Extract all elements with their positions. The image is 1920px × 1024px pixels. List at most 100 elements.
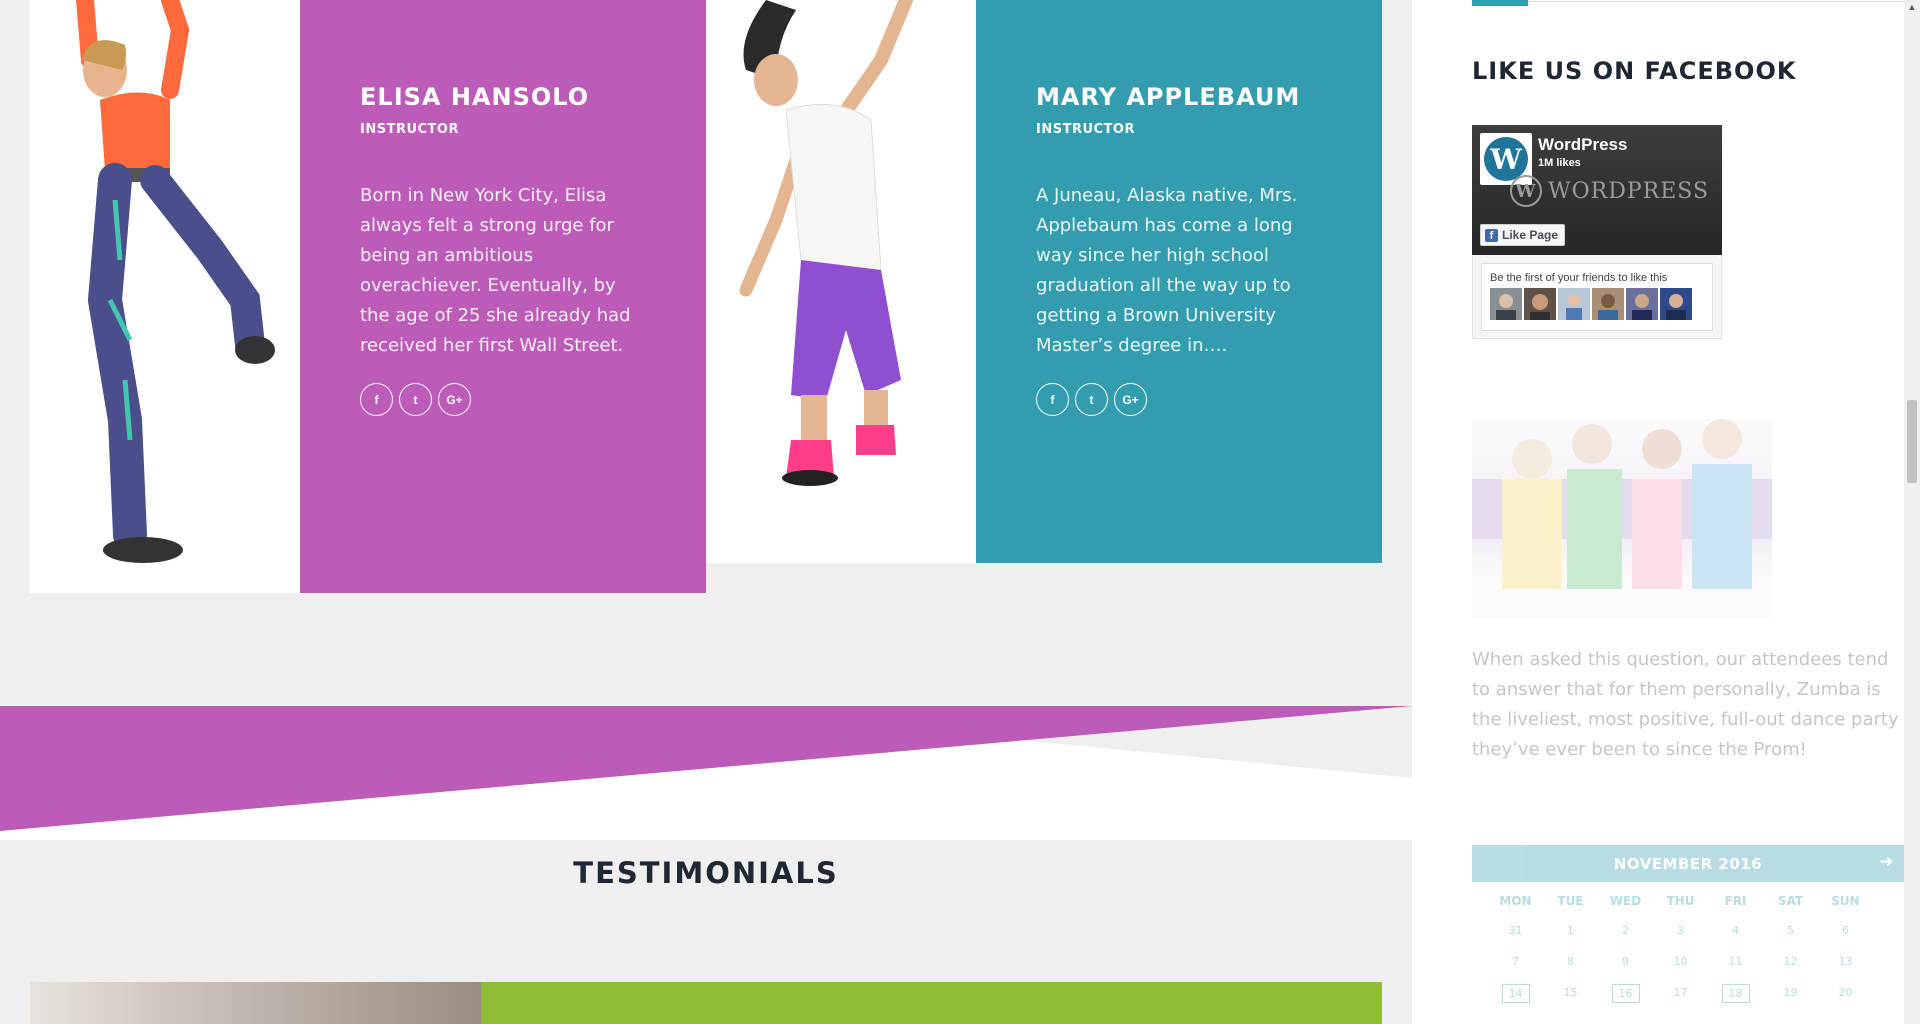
calendar-day[interactable]: 2 — [1598, 922, 1653, 939]
avatar[interactable] — [1592, 288, 1624, 320]
calendar-day[interactable]: 3 — [1653, 922, 1708, 939]
avatar[interactable] — [1626, 288, 1658, 320]
instructor-role: INSTRUCTOR — [360, 122, 459, 137]
calendar-grid: MON TUE WED THU FRI SAT SUN 31 1 2 3 4 5 6 7 8 9 10 11 12 13… — [1488, 894, 1904, 1003]
person-head — [1572, 424, 1612, 464]
calendar-day-number: 6 — [1842, 924, 1849, 937]
scroll-up-icon[interactable]: ▲ — [1904, 0, 1920, 14]
calendar-day-number: 12 — [1783, 955, 1798, 968]
fb-cover-image[interactable]: W WordPress 1M likes W WORDPRESS f Like … — [1472, 125, 1722, 255]
person-head — [1702, 419, 1742, 459]
instructor-name: MARY APPLEBAUM — [1036, 83, 1301, 111]
calendar-month: NOVEMBER 2016 — [1613, 854, 1763, 873]
fb-friends-text: Be the first of your friends to like thi… — [1490, 272, 1668, 284]
instructor-photo — [706, 0, 976, 563]
fb-friends-section: Be the first of your friends to like thi… — [1472, 255, 1722, 339]
instructor-card: ELISA HANSOLO INSTRUCTOR Born in New Yor… — [30, 0, 706, 593]
page-scrollbar[interactable]: ▲ — [1904, 0, 1920, 1024]
testimonial-panel — [481, 982, 1382, 1024]
calendar-day[interactable]: 6 — [1818, 922, 1873, 939]
calendar-day-number: 15 — [1563, 986, 1578, 999]
avatar[interactable] — [1490, 288, 1522, 320]
calendar-day[interactable]: 16 — [1598, 984, 1653, 1003]
instructor-card: MARY APPLEBAUM INSTRUCTOR A Juneau, Alas… — [706, 0, 1382, 563]
google-plus-icon[interactable]: G+ — [438, 383, 471, 416]
section-title: TESTIMONIALS — [573, 856, 839, 890]
calendar-day[interactable]: 9 — [1598, 953, 1653, 970]
fb-friends-box: Be the first of your friends to like thi… — [1481, 263, 1713, 331]
calendar-day[interactable]: 11 — [1708, 953, 1763, 970]
widget-title: LIKE US ON FACEBOOK — [1472, 57, 1797, 85]
calendar-day[interactable]: 17 — [1653, 984, 1708, 1003]
calendar-day[interactable]: 8 — [1543, 953, 1598, 970]
divider-accent — [1472, 0, 1528, 6]
instructor-info-panel: MARY APPLEBAUM INSTRUCTOR A Juneau, Alas… — [976, 0, 1382, 563]
calendar-day-number: 19 — [1783, 986, 1798, 999]
widget-divider — [1472, 0, 1904, 6]
social-links: f t G+ — [360, 383, 646, 416]
twitter-icon[interactable]: t — [1075, 383, 1108, 416]
twitter-icon[interactable]: t — [399, 383, 432, 416]
calendar-day-number: 8 — [1567, 955, 1574, 968]
calendar-weekday: SUN — [1831, 894, 1860, 908]
like-page-button[interactable]: f Like Page — [1480, 224, 1566, 246]
calendar-weekday: WED — [1609, 894, 1642, 908]
instructor-bio: A Juneau, Alaska native, Mrs. Applebaum … — [1036, 185, 1298, 356]
section-divider — [0, 706, 1412, 840]
avatar[interactable] — [1660, 288, 1692, 320]
facebook-page-plugin: W WordPress 1M likes W WORDPRESS f Like … — [1472, 125, 1722, 339]
calendar-day-number: 2 — [1622, 924, 1629, 937]
arrow-right-icon[interactable]: ➜ — [1879, 852, 1894, 872]
google-plus-icon[interactable]: G+ — [1114, 383, 1147, 416]
person-body — [1567, 469, 1622, 589]
calendar-day[interactable]: 12 — [1763, 953, 1818, 970]
calendar-weekday: TUE — [1557, 894, 1584, 908]
calendar-widget: NOVEMBER 2016 ➜ MON TUE WED THU FRI SAT SUN 31 1… — [1472, 845, 1904, 1003]
calendar-day[interactable]: 18 — [1708, 984, 1763, 1003]
calendar-day-number: 20 — [1838, 986, 1853, 999]
scrollbar-thumb[interactable] — [1907, 400, 1917, 483]
calendar-day[interactable]: 20 — [1818, 984, 1873, 1003]
dancer-illustration — [739, 0, 913, 486]
person-head — [1642, 429, 1682, 469]
calendar-day[interactable]: 31 — [1488, 922, 1543, 939]
calendar-day[interactable]: 1 — [1543, 922, 1598, 939]
calendar-day[interactable]: 13 — [1818, 953, 1873, 970]
divider-rule — [1528, 1, 1904, 2]
calendar-header: NOVEMBER 2016 ➜ — [1472, 845, 1904, 882]
testimonial-photo — [30, 982, 481, 1024]
facebook-icon[interactable]: f — [1036, 383, 1069, 416]
person-body — [1692, 464, 1752, 589]
sidebar: LIKE US ON FACEBOOK W WordPress 1M likes… — [1412, 0, 1904, 1024]
calendar-day-number: 13 — [1838, 955, 1853, 968]
person-head — [1512, 439, 1552, 479]
calendar-weekday: FRI — [1724, 894, 1747, 908]
calendar-day[interactable]: 19 — [1763, 984, 1818, 1003]
calendar-day-number: 11 — [1728, 955, 1743, 968]
calendar-day-number: 14 — [1501, 984, 1530, 1003]
avatar[interactable] — [1558, 288, 1590, 320]
like-page-label: Like Page — [1502, 228, 1559, 242]
fb-page-likes: 1M likes — [1538, 157, 1581, 169]
facebook-icon[interactable]: f — [360, 383, 393, 416]
calendar-day-number: 1 — [1567, 924, 1574, 937]
avatar[interactable] — [1524, 288, 1556, 320]
calendar-day-number: 16 — [1611, 984, 1640, 1003]
calendar-day-number: 31 — [1508, 924, 1523, 937]
calendar-day-number: 17 — [1673, 986, 1688, 999]
calendar-day[interactable]: 10 — [1653, 953, 1708, 970]
fb-page-name[interactable]: WordPress — [1538, 135, 1627, 155]
calendar-day[interactable]: 14 — [1488, 984, 1543, 1003]
wordpress-wordmark: W WORDPRESS — [1510, 175, 1709, 207]
facebook-icon: f — [1485, 228, 1498, 242]
calendar-day[interactable]: 7 — [1488, 953, 1543, 970]
calendar-day-number: 3 — [1677, 924, 1684, 937]
wordpress-mark-icon: W — [1510, 175, 1542, 207]
fb-friend-faces — [1490, 288, 1704, 320]
calendar-weekday: MON — [1499, 894, 1532, 908]
calendar-day[interactable]: 5 — [1763, 922, 1818, 939]
calendar-day-number: 4 — [1732, 924, 1739, 937]
calendar-day[interactable]: 4 — [1708, 922, 1763, 939]
main-content: ELISA HANSOLO INSTRUCTOR Born in New Yor… — [0, 0, 1412, 1024]
calendar-day[interactable]: 15 — [1543, 984, 1598, 1003]
